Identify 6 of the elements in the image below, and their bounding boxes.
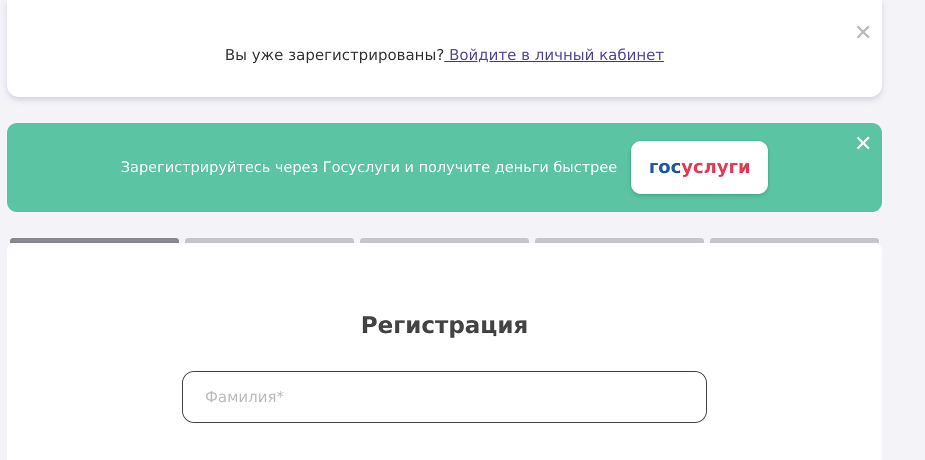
banner-text: Зарегистрируйтесь через Госуслуги и получите деньги быстрее [120, 160, 618, 176]
surname-field[interactable]: Фамилия* [182, 371, 707, 423]
form-title: Регистрация [360, 313, 528, 339]
gosuslugi-button[interactable]: госуслуги [631, 141, 768, 194]
login-prompt: Вы уже зарегистрированы? Войдите в личный кабинет [224, 46, 664, 64]
login-link[interactable]: Войдите в личный кабинет [444, 46, 664, 64]
